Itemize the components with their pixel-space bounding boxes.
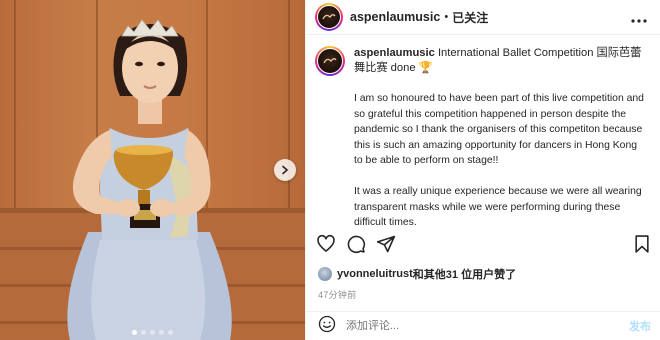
smiley-icon <box>318 315 336 332</box>
liker-avatar[interactable] <box>318 267 332 281</box>
comment-bar: 发布 <box>306 311 660 340</box>
logo-icon <box>322 14 336 20</box>
post-header: aspenlaumusic • 已关注 <box>306 0 660 35</box>
carousel-dot <box>150 330 155 335</box>
comment-button[interactable] <box>346 234 366 259</box>
avatar[interactable] <box>315 3 343 31</box>
avatar-image <box>317 5 341 29</box>
carousel-dot <box>168 330 173 335</box>
like-button[interactable] <box>316 234 336 259</box>
trophy-rim <box>116 145 172 155</box>
more-options-button[interactable] <box>631 10 647 26</box>
share-button[interactable] <box>376 234 396 259</box>
action-bar <box>316 234 656 256</box>
dancer-hand-left <box>116 199 140 217</box>
carousel-dots <box>0 330 305 335</box>
post-photo[interactable] <box>0 0 305 340</box>
caption-avatar[interactable] <box>315 46 345 76</box>
post-details-panel: aspenlaumusic • 已关注 aspenlaumusic Intern… <box>305 0 660 340</box>
caption-title-block: aspenlaumusic International Ballet Compe… <box>354 46 646 76</box>
caption-username[interactable]: aspenlaumusic <box>354 47 435 59</box>
dancer-illustration <box>67 19 232 340</box>
logo-icon <box>323 58 337 64</box>
dancer-eye-right <box>157 61 165 67</box>
likes-summary: yvonneluitrust 和其他31 位用户赞了 <box>318 266 516 282</box>
dancer-eye-left <box>135 61 143 67</box>
dancer-hand-right <box>150 199 174 217</box>
chevron-right-icon <box>282 165 289 175</box>
heart-icon <box>317 234 335 252</box>
header-username[interactable]: aspenlaumusic <box>350 10 440 24</box>
post-timestamp[interactable]: 47分钟前 <box>318 288 357 301</box>
header-separator: • <box>444 11 449 23</box>
caption-paragraph: It was a really unique experience becaus… <box>354 185 642 229</box>
carousel-dot <box>159 330 164 335</box>
caption-paragraph: I am so honoured to have been part of th… <box>354 93 644 167</box>
likes-count-text[interactable]: 和其他31 位用户赞了 <box>413 266 516 282</box>
bookmark-icon <box>635 235 649 253</box>
caption: aspenlaumusic International Ballet Compe… <box>315 46 653 231</box>
comment-icon <box>347 235 366 254</box>
save-button[interactable] <box>632 234 652 259</box>
trophy-emoji: 🏆 <box>418 62 433 74</box>
dancer-skirt-layer <box>91 240 206 340</box>
share-icon <box>376 235 396 253</box>
comment-input[interactable] <box>346 320 629 332</box>
avatar-image <box>317 48 343 74</box>
emoji-button[interactable] <box>318 315 336 338</box>
carousel-dot <box>132 330 137 335</box>
follow-status-button[interactable]: 已关注 <box>452 9 488 26</box>
carousel-next-button[interactable] <box>274 159 296 181</box>
more-horizontal-icon <box>631 19 647 23</box>
liker-username[interactable]: yvonneluitrust <box>337 268 413 280</box>
carousel-dot <box>141 330 146 335</box>
post-comment-button[interactable]: 发布 <box>629 318 651 334</box>
trophy-stem <box>138 190 150 206</box>
